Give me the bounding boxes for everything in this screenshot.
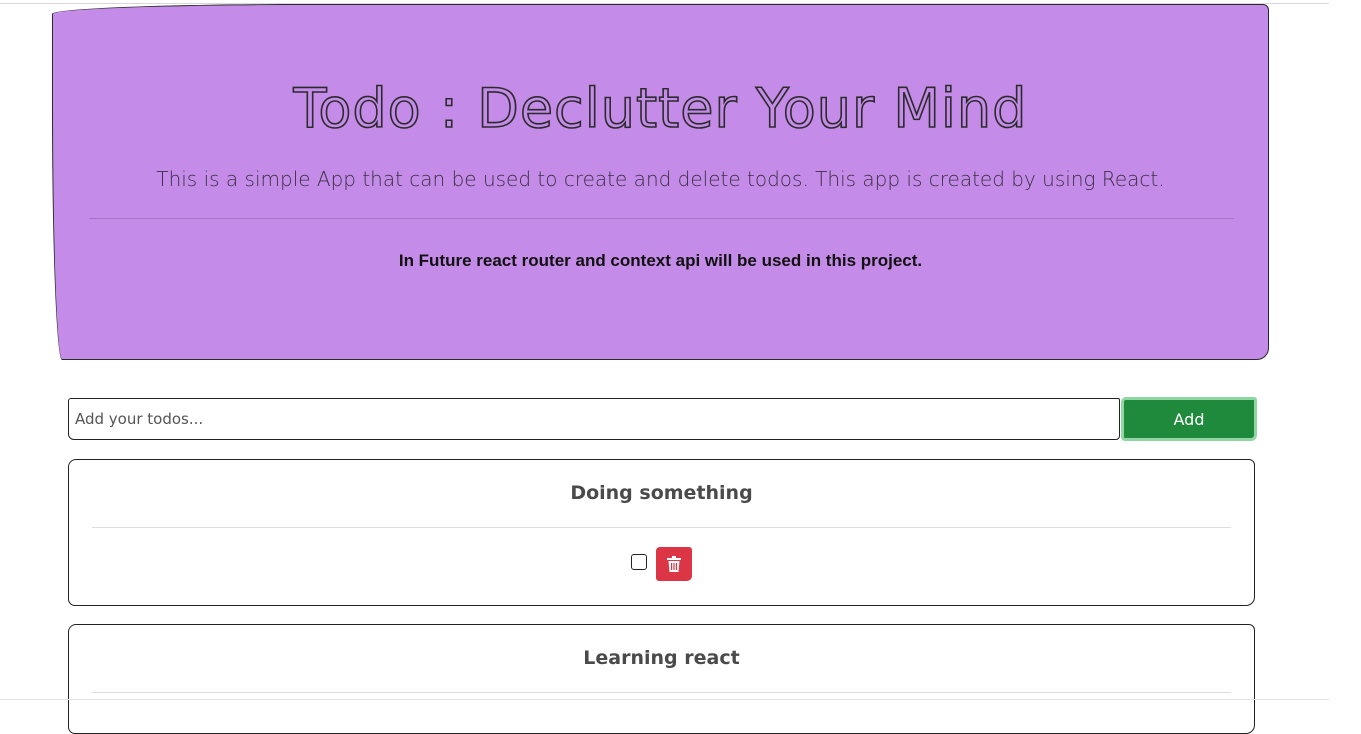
todo-divider bbox=[92, 527, 1231, 528]
trash-icon bbox=[666, 556, 681, 572]
todo-complete-checkbox[interactable] bbox=[631, 554, 648, 570]
page-subtitle: This is a simple App that can be used to… bbox=[156, 167, 1165, 191]
add-todo-form: Add bbox=[68, 397, 1258, 441]
todo-actions bbox=[69, 547, 1254, 583]
todo-card: Learning react bbox=[68, 624, 1255, 734]
header-divider bbox=[89, 218, 1234, 219]
todo-input[interactable] bbox=[68, 398, 1120, 440]
jumbotron-header: Todo : Declutter Your Mind This is a sim… bbox=[52, 4, 1269, 360]
delete-todo-button[interactable] bbox=[655, 547, 692, 581]
todo-title: Learning react bbox=[583, 647, 740, 669]
bottom-divider bbox=[0, 699, 1329, 700]
add-button[interactable]: Add bbox=[1121, 397, 1257, 441]
page-title: Todo : Declutter Your Mind bbox=[293, 76, 1028, 141]
future-note: In Future react router and context api w… bbox=[398, 251, 923, 270]
todo-divider bbox=[92, 692, 1231, 693]
todo-card: Doing something bbox=[68, 459, 1255, 606]
todo-title: Doing something bbox=[570, 482, 753, 504]
